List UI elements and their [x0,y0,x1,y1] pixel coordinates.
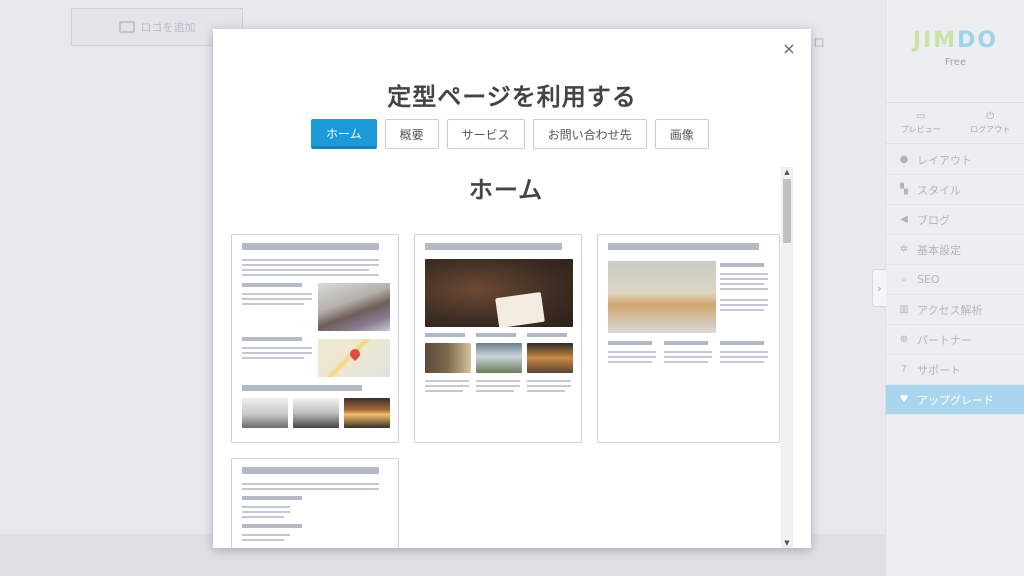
logo-part1: JIM [912,28,958,53]
question-icon: ? [901,364,907,375]
sidebar: JIMDO Free ▭ プレビュー ⏻ ログアウト ● レイアウト ▚ スタイル … [885,0,1024,576]
logout-label: ログアウト [970,125,1011,134]
sidebar-item-label: ブログ [917,213,950,227]
map-pin-icon [347,346,363,362]
template-page-modal: × 定型ページを利用する ホーム 概要 サービス お問い合わせ先 画像 ホーム [213,29,811,548]
search-icon: ⌕ [901,274,907,285]
paint-roller-icon: ▚ [900,184,908,195]
template-image-office [242,398,288,428]
template-image-sunset [527,343,573,373]
bar-chart-icon: ▥ [899,304,909,315]
tab-contact[interactable]: お問い合わせ先 [532,119,647,149]
heart-icon: ♥ [899,394,909,405]
template-image-waterfall [476,343,522,373]
chevron-right-icon: › [877,281,882,295]
sidebar-item-blog[interactable]: ◀ ブログ [886,205,1024,235]
sidebar-item-upgrade[interactable]: ♥ アップグレード [886,385,1024,415]
template-card-3[interactable] [597,234,780,443]
brand: JIMDO Free [886,28,1024,68]
plan-label: Free [944,57,967,68]
logout-button[interactable]: ⏻ ログアウト [956,103,1024,143]
logo-part2: DO [957,28,999,53]
category-tabs: ホーム 概要 サービス お問い合わせ先 画像 [311,119,709,149]
image-icon [118,21,135,33]
sidebar-item-label: レイアウト [917,153,972,167]
sidebar-item-style[interactable]: ▚ スタイル [886,175,1024,205]
modal-title: 定型ページを利用する [387,83,637,111]
template-image-people [318,283,390,331]
preview-button[interactable]: ▭ プレビュー [886,103,956,143]
template-image-sunset [344,398,390,428]
drops-icon: ● [899,154,909,165]
template-heading-bar [425,243,562,250]
sidebar-top-buttons: ▭ プレビュー ⏻ ログアウト [886,102,1024,144]
sidebar-item-label: SEO [917,273,940,286]
sidebar-item-label: スタイル [917,183,961,197]
logo-slot-label: ロゴを追加 [140,21,196,34]
template-card-1[interactable] [231,234,399,443]
sidebar-item-support[interactable]: ? サポート [886,355,1024,385]
sidebar-item-label: 基本設定 [917,243,961,257]
megaphone-icon: ◀ [900,214,908,225]
sidebar-menu: ● レイアウト ▚ スタイル ◀ ブログ ✲ 基本設定 ⌕ SEO ▥ アクセス解析 ⊕ パー… [886,145,1024,415]
sidebar-item-label: パートナー [917,333,972,347]
scrollbar-thumb[interactable] [783,179,791,243]
tab-home[interactable]: ホーム [311,119,377,149]
sidebar-collapse-tab[interactable]: › [872,269,886,307]
template-image-map [318,339,390,377]
template-image-office [293,398,339,428]
sidebar-item-label: サポート [917,363,961,377]
sidebar-item-settings[interactable]: ✲ 基本設定 [886,235,1024,265]
tab-images[interactable]: 画像 [654,119,709,149]
close-icon: × [782,39,796,58]
tab-services[interactable]: サービス [446,119,525,149]
plus-circle-icon: ⊕ [899,334,909,345]
template-image-meeting-room [608,261,716,333]
template-list-scrollbar[interactable]: ▲ ▼ [781,167,793,548]
sidebar-item-seo[interactable]: ⌕ SEO [886,265,1024,295]
section-title: ホーム [468,176,544,204]
close-button[interactable]: × [779,39,799,59]
sidebar-item-layout[interactable]: ● レイアウト [886,145,1024,175]
jimdo-logo: JIMDO [886,28,1024,53]
sidebar-item-partner[interactable]: ⊕ パートナー [886,325,1024,355]
tab-about[interactable]: 概要 [384,119,439,149]
scroll-down-arrow-icon[interactable]: ▼ [781,538,793,548]
template-list: ホーム [213,167,793,548]
template-image-desk [425,259,573,327]
template-image-landscape [425,343,471,373]
gear-icon: ✲ [899,244,909,255]
preview-label: プレビュー [900,125,941,134]
sidebar-item-label: アップグレード [917,393,994,407]
power-icon: ⏻ [986,111,995,122]
sidebar-item-analytics[interactable]: ▥ アクセス解析 [886,295,1024,325]
template-heading-bar [242,467,379,474]
monitor-icon: ▭ [916,111,926,122]
template-heading-bar [608,243,759,250]
template-card-2[interactable] [414,234,582,443]
background-hint-text: ロ [813,36,826,50]
scroll-up-arrow-icon[interactable]: ▲ [781,167,793,177]
sidebar-item-label: アクセス解析 [917,303,983,317]
template-card-4[interactable] [231,458,399,548]
template-heading-bar [242,243,379,250]
